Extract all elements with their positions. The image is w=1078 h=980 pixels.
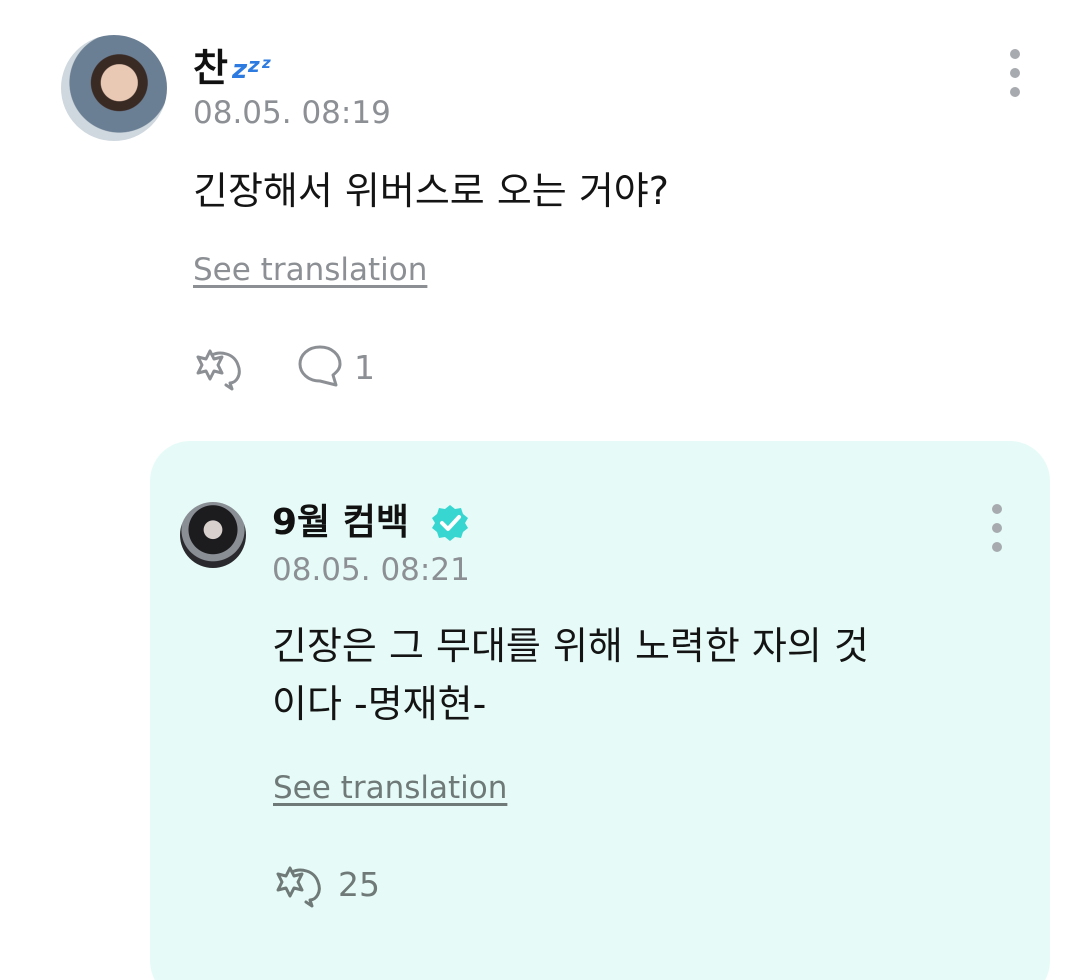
- reply-more-options-button[interactable]: [982, 504, 1012, 552]
- reply-author-name[interactable]: 9월 컴백: [272, 500, 409, 546]
- reply-text-line: 이다 -명재현-: [272, 682, 487, 726]
- reply-text: 긴장은 그 무대를 위해 노력한 자의 것 이다 -명재현-: [272, 617, 992, 733]
- zzz-icon: z z z: [231, 53, 274, 85]
- svg-text:z: z: [247, 53, 260, 77]
- sleep-emoji-icon: z z z: [231, 52, 282, 88]
- reply-see-translation-link[interactable]: See translation: [273, 770, 507, 806]
- timestamp: 08.05. 08:19: [193, 95, 391, 131]
- speech-bubble-icon: [298, 345, 342, 387]
- reply-cheer-icon[interactable]: [272, 862, 328, 914]
- avatar[interactable]: [61, 35, 167, 141]
- author-name[interactable]: 찬: [193, 44, 228, 92]
- comment-count: 1: [354, 348, 375, 387]
- see-translation-link[interactable]: See translation: [193, 252, 427, 288]
- reply-avatar[interactable]: [180, 502, 246, 568]
- comment-text: 긴장해서 위버스로 오는 거야?: [193, 169, 669, 213]
- cheer-icon[interactable]: [192, 345, 248, 397]
- comment-button[interactable]: [296, 343, 344, 393]
- reply-timestamp: 08.05. 08:21: [272, 552, 470, 588]
- reply-like-count: 25: [338, 865, 380, 904]
- svg-text:z: z: [232, 55, 248, 82]
- more-vertical-icon-dot: [992, 523, 1002, 533]
- verified-badge-icon: [430, 503, 470, 547]
- more-vertical-icon-dot: [1010, 68, 1020, 78]
- comment-thread: 찬 z z z 08.05. 08:19 긴장해서 위버스로 오는 거야? Se…: [0, 0, 1078, 980]
- more-vertical-icon-dot: [1010, 49, 1020, 59]
- reply-text-line: 긴장은 그 무대를 위해 노력한 자의 것: [272, 624, 869, 668]
- more-vertical-icon-dot: [1010, 87, 1020, 97]
- more-vertical-icon-dot: [992, 504, 1002, 514]
- more-vertical-icon-dot: [992, 542, 1002, 552]
- more-options-button[interactable]: [1000, 49, 1030, 97]
- svg-text:z: z: [261, 54, 271, 72]
